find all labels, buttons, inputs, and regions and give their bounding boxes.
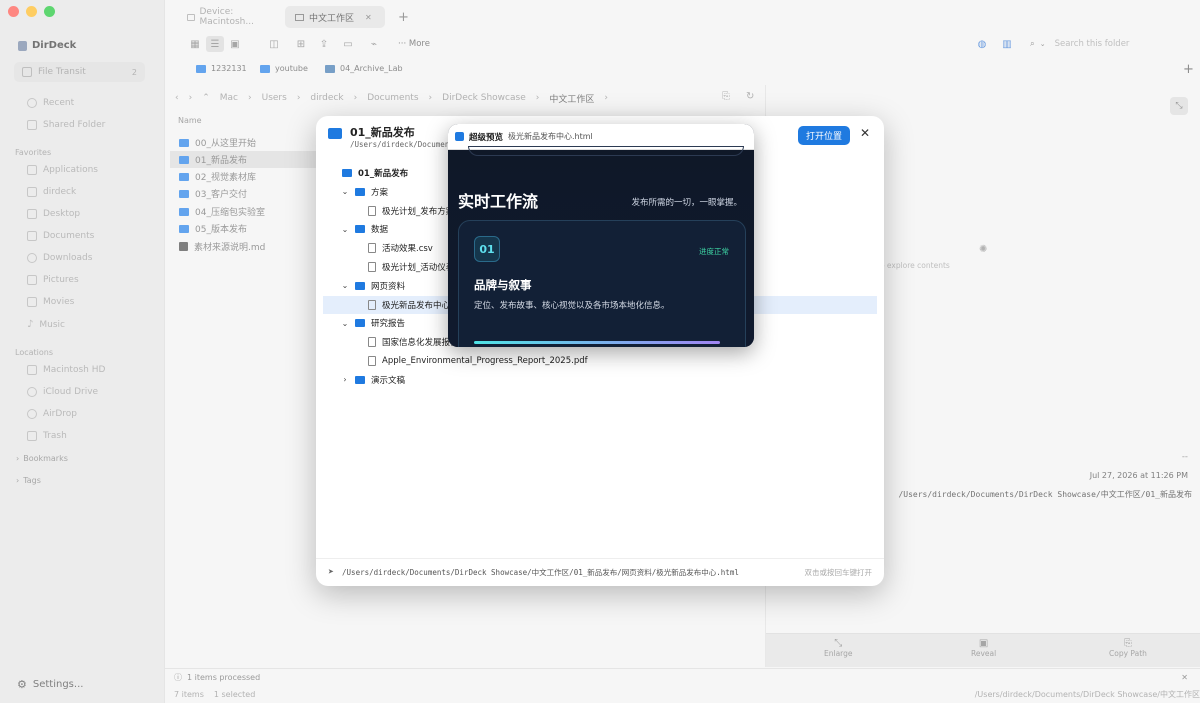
- preview-filename: 极光新品发布中心.html: [508, 132, 593, 141]
- tree-item-label: 极光计划_活动仪表: [382, 263, 455, 273]
- file-icon: [368, 299, 376, 310]
- file-icon: [368, 205, 376, 216]
- tree-file-row[interactable]: 极光计划_活动仪表: [354, 258, 454, 276]
- tree-item-label: 研究报告: [371, 319, 406, 330]
- tree-item-label: 01_新品发布: [358, 169, 409, 179]
- file-icon: [368, 243, 376, 254]
- tree-folder-row[interactable]: ⌄ 网页资料: [341, 277, 405, 295]
- folder-icon: [355, 225, 365, 234]
- chevron-icon[interactable]: ⌄: [341, 225, 349, 234]
- preview-subheading: 发布所需的一切，一眼掌握。: [631, 198, 742, 208]
- modal-subtitle: /Users/dirdeck/Documents/: [350, 140, 463, 149]
- tree-folder-row[interactable]: ⌄ 研究报告: [341, 314, 405, 332]
- folder-icon: [355, 375, 365, 384]
- preview-heading: 实时工作流: [458, 192, 539, 211]
- tree-folder-row[interactable]: ⌄ 数据: [341, 220, 388, 238]
- tree-folder-row[interactable]: ⌄ 方案: [341, 183, 388, 201]
- close-icon[interactable]: ✕: [860, 126, 870, 140]
- chevron-icon[interactable]: ⌄: [341, 281, 349, 290]
- chevron-icon[interactable]: ›: [341, 375, 349, 384]
- tree-item-label: 演示文稿: [371, 375, 406, 386]
- modal-footer: ➤ /Users/dirdeck/Documents/DirDeck Showc…: [316, 558, 884, 586]
- folder-icon: [355, 187, 365, 196]
- tree-item-label: 方案: [371, 187, 389, 198]
- tree-item-label: Apple_Environmental_Progress_Report_2025…: [382, 356, 588, 366]
- tree-item-label: 极光新品发布中心.: [382, 300, 453, 311]
- card-number: 01: [474, 236, 500, 262]
- file-icon: [368, 356, 376, 366]
- file-icon: [368, 337, 376, 348]
- preview-app-icon: [455, 132, 464, 141]
- tree-file-row[interactable]: 极光计划_发布方案: [354, 202, 454, 220]
- folder-icon: [328, 128, 342, 139]
- tree-folder-row[interactable]: › 演示文稿: [341, 371, 405, 389]
- chevron-icon[interactable]: ⌄: [341, 319, 349, 328]
- preview-card: 01 进度正常 品牌与叙事 定位、发布故事、核心视觉以及各市场本地化信息。: [458, 220, 746, 347]
- chevron-icon[interactable]: ⌄: [341, 187, 349, 196]
- card-description: 定位、发布故事、核心视觉以及各市场本地化信息。: [474, 301, 670, 311]
- card-title: 品牌与叙事: [474, 278, 532, 292]
- preview-content[interactable]: 实时工作流 发布所需的一切，一眼掌握。 01 进度正常 品牌与叙事 定位、发布故…: [448, 146, 754, 347]
- tree-file-row[interactable]: 国家信息化发展报告: [354, 333, 459, 351]
- tree-file-row[interactable]: Apple_Environmental_Progress_Report_2025…: [354, 352, 588, 370]
- tree-file-row[interactable]: 活动效果.csv: [354, 239, 433, 257]
- card-progress-bar: [474, 341, 720, 344]
- footer-path: /Users/dirdeck/Documents/DirDeck Showcas…: [342, 568, 739, 577]
- folder-icon: [355, 281, 365, 290]
- preview-top-edge: [468, 146, 744, 156]
- tree-folder-row[interactable]: 01_新品发布: [328, 164, 408, 182]
- tree-item-label: 活动效果.csv: [382, 244, 433, 255]
- file-icon: [368, 262, 376, 272]
- preview-label: 超级预览: [469, 132, 504, 143]
- super-preview-popover: 超级预览 极光新品发布中心.html 实时工作流 发布所需的一切，一眼掌握。 0…: [448, 124, 754, 347]
- tree-item-label: 极光计划_发布方案: [382, 206, 455, 217]
- tree-item-label: 数据: [371, 225, 389, 236]
- card-status-badge: 进度正常: [699, 247, 729, 256]
- open-location-button[interactable]: 打开位置: [797, 126, 850, 145]
- folder-icon: [355, 319, 365, 328]
- modal-header: 01_新品发布 /Users/dirdeck/Documents/: [328, 124, 463, 149]
- modal-title: 01_新品发布: [350, 126, 415, 139]
- tree-item-label: 网页资料: [371, 281, 406, 292]
- location-arrow-icon: ➤: [328, 567, 335, 578]
- footer-hint: 双击或按回车键打开: [804, 568, 873, 577]
- folder-icon: [342, 169, 352, 177]
